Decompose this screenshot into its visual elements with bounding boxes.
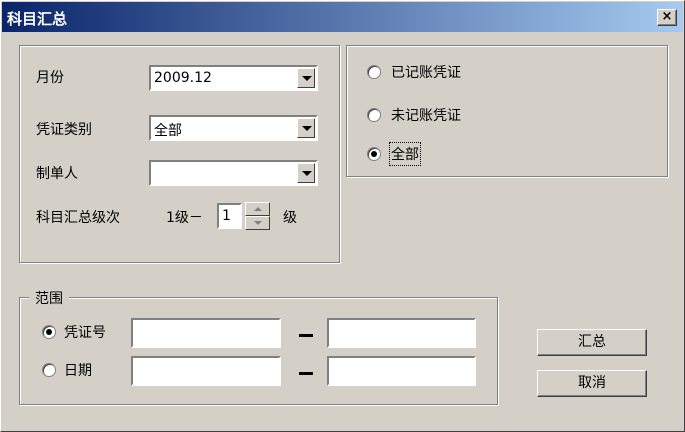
all-vouchers-label[interactable]: 全部 <box>389 142 421 166</box>
date-from-input[interactable] <box>131 356 281 386</box>
all-vouchers-radio[interactable] <box>367 147 381 161</box>
spin-down-icon[interactable] <box>245 216 270 230</box>
range-group <box>19 297 498 405</box>
close-icon: × <box>661 9 673 24</box>
date-label[interactable]: 日期 <box>64 360 92 380</box>
window-title: 科目汇总 <box>7 10 68 28</box>
level-input[interactable]: 1 <box>217 203 242 229</box>
month-label: 月份 <box>36 70 64 86</box>
range-separator <box>299 334 313 337</box>
level-label: 科目汇总级次 <box>36 210 120 226</box>
chevron-down-icon[interactable] <box>297 68 315 88</box>
voucher-number-from-input[interactable] <box>131 318 281 348</box>
posted-vouchers-radio[interactable] <box>367 65 381 79</box>
unposted-vouchers-radio[interactable] <box>367 108 381 122</box>
close-button[interactable]: × <box>657 9 677 26</box>
range-title: 范围 <box>29 288 69 308</box>
month-combobox[interactable]: 2009.12 <box>149 65 318 91</box>
voucher-type-value: 全部 <box>154 123 182 139</box>
range-separator <box>299 372 313 375</box>
level-spinner <box>245 202 270 230</box>
chevron-down-icon[interactable] <box>297 163 315 183</box>
preparer-label: 制单人 <box>36 166 78 182</box>
chevron-down-icon[interactable] <box>297 118 315 138</box>
level-prefix: 1级－ <box>166 210 203 226</box>
date-radio[interactable] <box>42 363 56 377</box>
voucher-number-radio[interactable] <box>42 325 56 339</box>
voucher-type-combobox[interactable]: 全部 <box>149 115 318 141</box>
posted-vouchers-label[interactable]: 已记账凭证 <box>391 62 461 82</box>
voucher-type-label: 凭证类别 <box>36 122 92 138</box>
level-suffix: 级 <box>283 210 297 226</box>
month-value: 2009.12 <box>154 70 212 86</box>
spin-up-icon[interactable] <box>245 202 270 216</box>
date-to-input[interactable] <box>327 356 476 386</box>
summary-dialog: 科目汇总 × 月份 2009.12 凭证类别 全部 制单人 科目汇总级次 1级－… <box>0 0 685 432</box>
cancel-button[interactable]: 取消 <box>537 370 647 397</box>
title-bar[interactable]: 科目汇总 × <box>2 2 683 32</box>
preparer-combobox[interactable] <box>149 160 318 186</box>
summarize-button[interactable]: 汇总 <box>537 329 647 356</box>
unposted-vouchers-label[interactable]: 未记账凭证 <box>391 105 461 125</box>
level-value: 1 <box>222 208 231 224</box>
voucher-number-to-input[interactable] <box>327 318 476 348</box>
voucher-number-label[interactable]: 凭证号 <box>64 322 106 342</box>
